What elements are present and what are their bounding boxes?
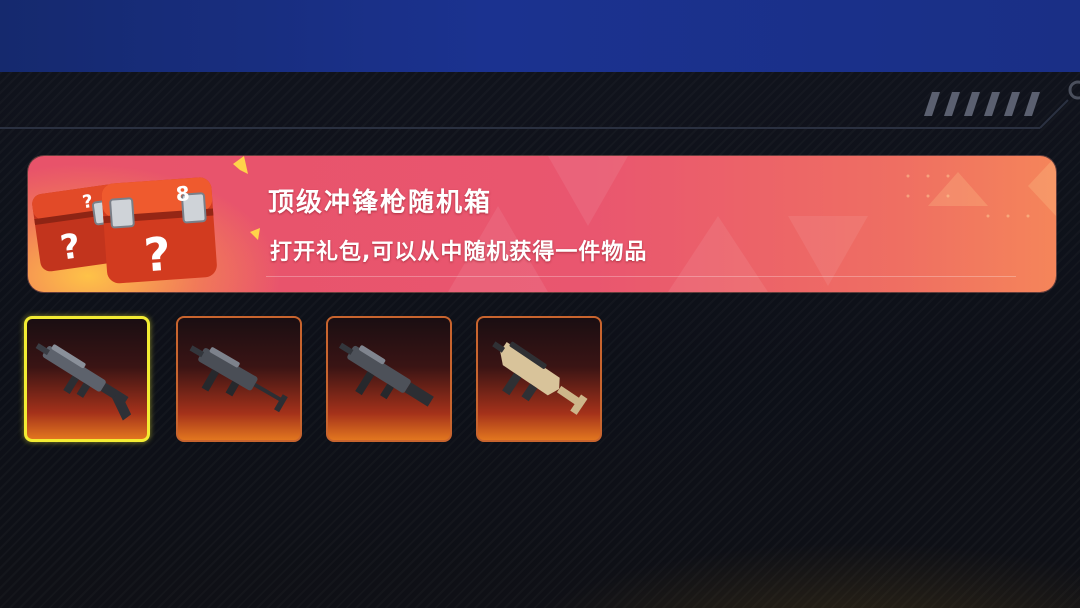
- banner-title: 顶级冲锋枪随机箱: [268, 188, 493, 218]
- item-slot-1[interactable]: smg-1: [24, 316, 150, 442]
- smg-icon: [338, 342, 434, 407]
- banner-divider: [266, 276, 1016, 277]
- item-slot-3[interactable]: smg-3: [326, 316, 452, 442]
- item-slot-2[interactable]: smg-2: [176, 316, 302, 442]
- mystery-chests-icon: ? ? ? 8: [32, 177, 217, 284]
- svg-text:?: ?: [142, 227, 172, 283]
- banner-description: 打开礼包,可以从中随机获得一件物品: [270, 240, 648, 265]
- tan-smg-icon: [492, 341, 588, 415]
- item-banner: ? ? ? 8 顶级冲锋枪随机箱 打开礼包,可以从中随机获得一件物品: [28, 156, 1056, 292]
- svg-text:8: 8: [175, 181, 191, 206]
- panel-header-decoration: [0, 80, 1080, 129]
- stripes-icon: [924, 92, 1040, 116]
- reward-item-list: smg-1 smg-2: [24, 316, 624, 444]
- rifle-icon: [35, 343, 132, 421]
- item-slot-4[interactable]: smg-4: [476, 316, 602, 442]
- smg-icon: [189, 345, 288, 413]
- top-header-band: [0, 0, 1080, 72]
- corner-ring-icon: [1068, 80, 1080, 100]
